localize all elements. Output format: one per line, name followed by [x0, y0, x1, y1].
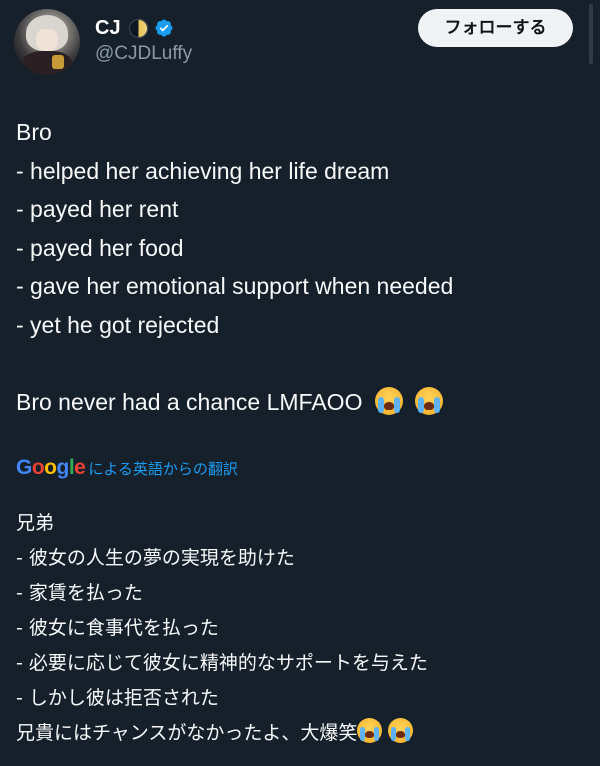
author-handle[interactable]: @CJDLuffy: [95, 43, 192, 65]
tweet-closing-line: Bro never had a chance LMFAOO: [16, 383, 586, 422]
loudly-crying-face-icon: [357, 718, 383, 743]
google-logo: Google: [16, 456, 86, 479]
loudly-crying-face-icon: [374, 387, 403, 416]
tweet-line: Bro: [16, 119, 52, 145]
tweet-text: Bro - helped her achieving her life drea…: [16, 113, 586, 422]
avatar-face: [36, 29, 58, 51]
translation-credit-text[interactable]: による英語からの翻訳: [88, 458, 238, 479]
translated-line: - 彼女に食事代を払った: [16, 617, 219, 639]
half-moon-icon: [128, 18, 148, 38]
translation-credit[interactable]: Google による英語からの翻訳: [16, 454, 238, 482]
tweet-line: - helped her achieving her life dream: [16, 157, 390, 184]
author-name-row[interactable]: CJ: [95, 15, 174, 41]
translated-line: - しかし彼は拒否された: [16, 687, 219, 709]
tweet-line: - payed her rent: [16, 196, 179, 223]
display-name[interactable]: CJ: [95, 17, 121, 40]
avatar-coat: [22, 51, 72, 75]
tweet-line: - payed her food: [16, 234, 184, 261]
tweet-line: - gave her emotional support when needed: [16, 273, 454, 300]
translated-line: 兄弟: [16, 512, 55, 534]
translated-line: - 家賃を払った: [16, 582, 143, 604]
loudly-crying-face-icon: [388, 718, 414, 743]
avatar[interactable]: [14, 9, 80, 75]
follow-button[interactable]: フォローする: [418, 9, 573, 47]
scrollbar-thumb[interactable]: [589, 4, 593, 64]
tweet-closing-text: Bro never had a chance LMFAOO: [16, 389, 363, 416]
translated-line: - 彼女の人生の夢の実現を助けた: [16, 547, 295, 569]
loudly-crying-face-icon: [415, 387, 444, 416]
translated-line: - 必要に応じて彼女に精神的なサポートを与えた: [16, 652, 428, 674]
tweet-header: CJ @CJDLuffy フォローする: [0, 0, 600, 90]
translated-closing-line: 兄貴にはチャンスがなかったよ、大爆笑: [16, 716, 586, 751]
translated-closing-text: 兄貴にはチャンスがなかったよ、大爆笑: [16, 722, 358, 744]
avatar-accent: [52, 55, 64, 69]
tweet-line: - yet he got rejected: [16, 311, 220, 338]
translated-text: 兄弟 - 彼女の人生の夢の実現を助けた - 家賃を払った - 彼女に食事代を払っ…: [16, 506, 586, 751]
verified-badge-icon: [155, 19, 173, 37]
